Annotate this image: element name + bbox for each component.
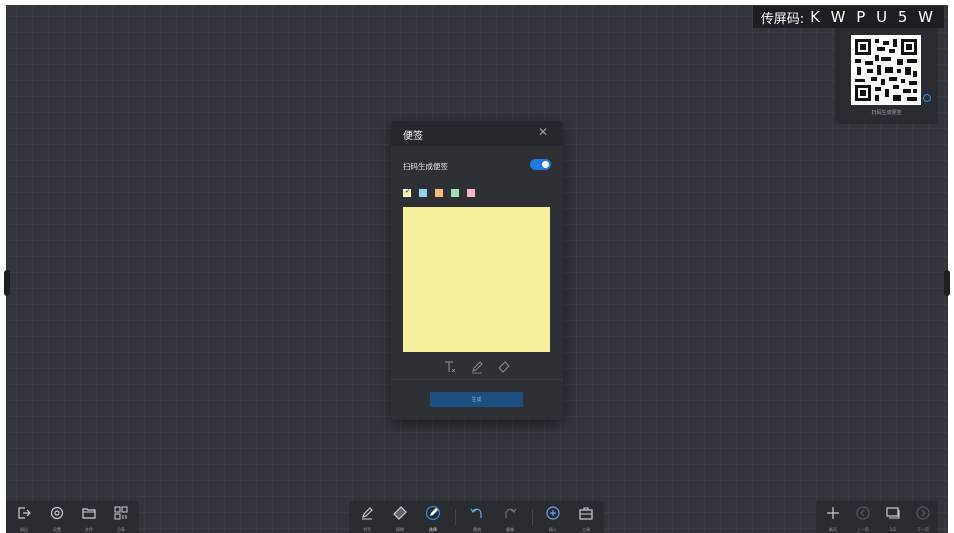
prev-page-label: 上一页: [857, 527, 869, 532]
tools-label: 工具: [582, 527, 590, 532]
scan-generate-toggle[interactable]: [530, 159, 551, 170]
toolbar-right: 新页 上一页 1/1 下一页: [816, 501, 938, 533]
pen-icon: [362, 507, 373, 520]
erase-button[interactable]: 擦除: [386, 501, 414, 533]
prev-page-icon: [856, 506, 870, 520]
next-page-label: 下一页: [917, 527, 929, 532]
settings-icon: [50, 506, 64, 520]
toolbar-left: 退出 设置 文件 分享: [6, 501, 139, 533]
settings-label: 设置: [53, 527, 61, 532]
share-icon: [114, 506, 128, 520]
scan-generate-label: 扫码生成便签: [403, 162, 448, 171]
select-label: 选择: [429, 527, 437, 532]
select-icon: [425, 505, 441, 521]
pen-icon[interactable]: [470, 359, 484, 374]
file-label: 文件: [85, 527, 93, 532]
screen-top-edge: [0, 0, 954, 5]
select-button[interactable]: 选择: [419, 501, 447, 533]
qr-panel: 扫码生成便签: [835, 28, 938, 124]
undo-button[interactable]: 撤销: [463, 501, 491, 533]
tools-button[interactable]: 工具: [572, 501, 600, 533]
toolbar-center: 书写 擦除 选择 撤销 重做 插入 工具: [349, 501, 604, 533]
qr-code-icon: [851, 35, 921, 105]
insert-button[interactable]: 插入: [539, 501, 567, 533]
screen-code-value: K W P U 5 W: [810, 8, 936, 26]
exit-label: 退出: [20, 527, 28, 532]
sticky-note-canvas[interactable]: [403, 207, 550, 352]
add-page-button[interactable]: 新页: [819, 501, 847, 533]
text-format-icon[interactable]: [443, 359, 457, 373]
generate-button[interactable]: 生成: [430, 392, 523, 407]
color-swatch-orange[interactable]: [435, 189, 443, 197]
zoom-icon[interactable]: [923, 94, 931, 102]
eraser-icon: [393, 506, 407, 520]
close-icon[interactable]: ✕: [538, 125, 548, 139]
settings-button[interactable]: 设置: [43, 501, 71, 533]
dialog-title: 便签: [403, 131, 423, 142]
prev-page-button[interactable]: 上一页: [849, 501, 877, 533]
left-side-handle[interactable]: [4, 270, 10, 296]
toolbar-separator: [455, 509, 456, 525]
toolbar-separator: [532, 509, 533, 525]
share-button[interactable]: 分享: [107, 501, 135, 533]
color-swatch-blue[interactable]: [419, 189, 427, 197]
redo-icon: [505, 508, 517, 518]
insert-icon: [546, 506, 560, 520]
qr-caption: 扫码生成便签: [871, 110, 902, 116]
next-page-button[interactable]: 下一页: [909, 501, 937, 533]
next-page-icon: [916, 506, 930, 520]
redo-button[interactable]: 重做: [496, 501, 524, 533]
redo-label: 重做: [506, 527, 514, 532]
share-label: 分享: [117, 527, 125, 532]
write-button[interactable]: 书写: [353, 501, 381, 533]
screen-code-badge: 传屏码: K W P U 5 W: [752, 6, 944, 28]
toolbox-icon: [579, 507, 593, 520]
color-swatch-green[interactable]: [451, 189, 459, 197]
dialog-divider: [391, 379, 563, 380]
folder-icon: [82, 508, 96, 519]
exit-icon: [18, 507, 31, 519]
page-counter: 1/1: [889, 527, 897, 532]
pages-button[interactable]: 1/1: [879, 501, 907, 533]
exit-button[interactable]: 退出: [10, 501, 38, 533]
screen-code-label: 传屏码:: [760, 11, 805, 27]
color-swatch-pink[interactable]: [467, 189, 475, 197]
screen-right-edge: [948, 0, 954, 533]
undo-icon: [470, 508, 482, 518]
color-swatch-yellow[interactable]: ✓: [403, 187, 411, 197]
check-icon: ✓: [405, 187, 411, 195]
file-button[interactable]: 文件: [75, 501, 103, 533]
erase-label: 擦除: [396, 527, 404, 532]
add-page-label: 新页: [829, 527, 837, 532]
dialog-header: 便签 ✕: [391, 121, 563, 146]
toggle-knob: [542, 161, 549, 168]
pages-icon: [886, 507, 900, 519]
insert-label: 插入: [549, 527, 557, 532]
right-side-handle[interactable]: [944, 270, 950, 296]
add-page-icon: [827, 507, 839, 519]
write-label: 书写: [363, 527, 371, 532]
eraser-icon[interactable]: [497, 359, 511, 373]
sticky-note-dialog: 便签 ✕ 扫码生成便签 ✓ 生成: [391, 121, 563, 420]
screen-left-edge: [0, 0, 6, 533]
undo-label: 撤销: [473, 527, 481, 532]
